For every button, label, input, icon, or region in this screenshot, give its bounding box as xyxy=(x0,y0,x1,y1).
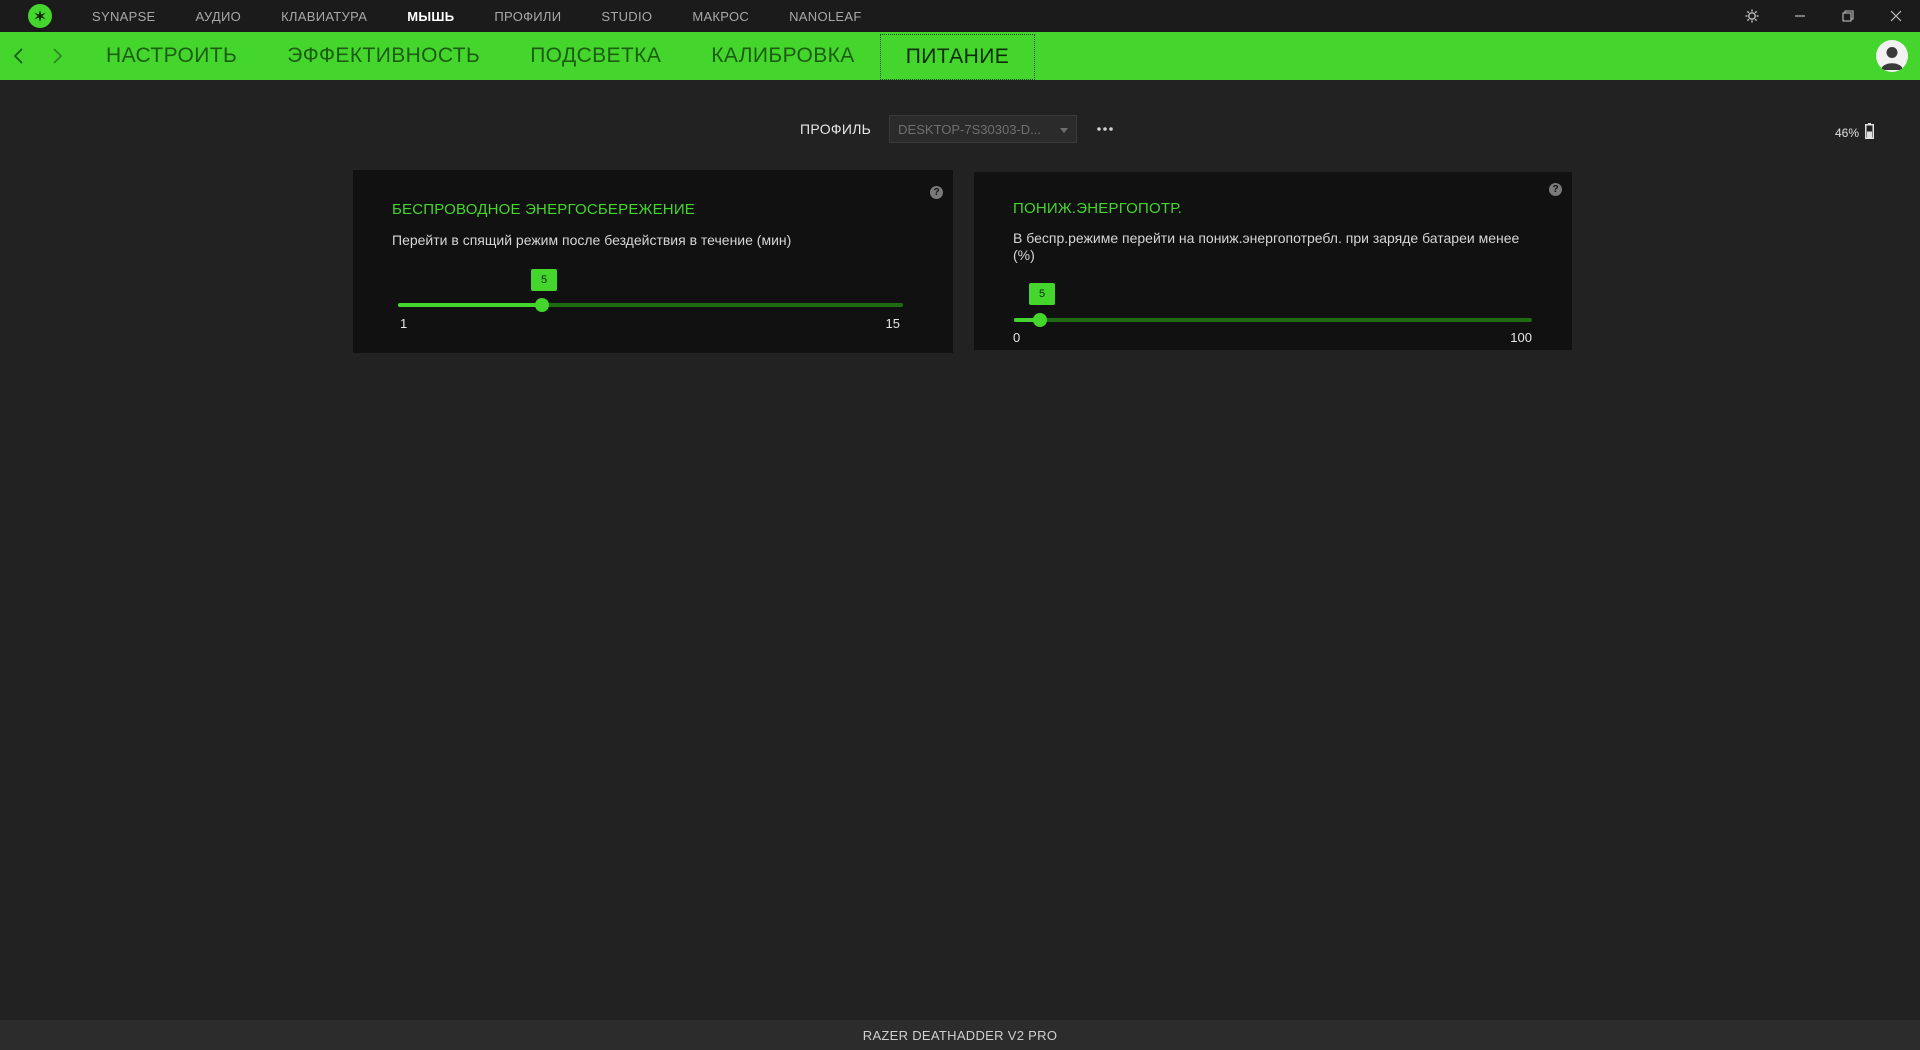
battery-indicator: 46% xyxy=(1835,123,1874,142)
slider-thumb[interactable] xyxy=(535,298,549,312)
window-controls xyxy=(1728,0,1920,32)
restore-icon[interactable] xyxy=(1824,0,1872,32)
top-nav-nanoleaf[interactable]: NANOLEAF xyxy=(789,9,861,24)
profile-dropdown-value: DESKTOP-7S30303-D... xyxy=(898,121,1041,137)
slider-thumb[interactable] xyxy=(1033,313,1047,327)
chevron-right-icon[interactable] xyxy=(38,32,76,80)
profile-label: ПРОФИЛЬ xyxy=(800,121,872,137)
tab-customize[interactable]: НАСТРОИТЬ xyxy=(86,32,262,80)
top-nav-profiles[interactable]: ПРОФИЛИ xyxy=(494,9,561,24)
more-options-icon[interactable] xyxy=(1093,117,1117,141)
panel-title: ПОНИЖ.ЭНЕРГОПОТР. xyxy=(1013,200,1183,217)
slider-max-label: 100 xyxy=(1510,330,1532,345)
top-nav-synapse[interactable]: SYNAPSE xyxy=(92,9,156,24)
sleep-timeout-slider[interactable] xyxy=(398,295,903,315)
tab-calibration[interactable]: КАЛИБРОВКА xyxy=(686,32,879,80)
panel-title: БЕСПРОВОДНОЕ ЭНЕРГОСБЕРЕЖЕНИЕ xyxy=(392,201,696,218)
user-avatar-icon[interactable] xyxy=(1876,40,1908,72)
top-nav-audio[interactable]: АУДИО xyxy=(196,9,242,24)
low-power-mode-panel: ? ПОНИЖ.ЭНЕРГОПОТР. В беспр.режиме перей… xyxy=(974,172,1572,350)
device-status-bar: RAZER DEATHADDER V2 PRO xyxy=(0,1020,1920,1050)
top-nav-mouse[interactable]: МЫШЬ xyxy=(407,9,454,24)
slider-fill xyxy=(398,303,542,307)
top-nav-keyboard[interactable]: КЛАВИАТУРА xyxy=(281,9,367,24)
close-icon[interactable] xyxy=(1872,0,1920,32)
top-nav-macros[interactable]: МАКРОС xyxy=(692,9,749,24)
wireless-power-saving-panel: ? БЕСПРОВОДНОЕ ЭНЕРГОСБЕРЕЖЕНИЕ Перейти … xyxy=(353,170,953,353)
section-tabs-bar: НАСТРОИТЬ ЭФФЕКТИВНОСТЬ ПОДСВЕТКА КАЛИБР… xyxy=(0,32,1920,80)
battery-percent: 46% xyxy=(1834,125,1859,140)
slider-min-label: 1 xyxy=(400,316,408,331)
device-name: RAZER DEATHADDER V2 PRO xyxy=(862,1027,1058,1043)
help-icon[interactable]: ? xyxy=(930,186,943,199)
slider-track xyxy=(1014,318,1532,322)
slider-value-bubble: 5 xyxy=(531,269,557,291)
panel-description: В беспр.режиме перейти на пониж.энергопо… xyxy=(1013,230,1520,263)
razer-logo-icon[interactable] xyxy=(28,4,52,28)
slider-max-label: 15 xyxy=(885,316,900,331)
minimize-icon[interactable] xyxy=(1776,0,1824,32)
tab-performance[interactable]: ЭФФЕКТИВНОСТЬ xyxy=(262,32,505,80)
section-tabs: НАСТРОИТЬ ЭФФЕКТИВНОСТЬ ПОДСВЕТКА КАЛИБР… xyxy=(86,32,1036,80)
help-icon[interactable]: ? xyxy=(1549,183,1562,196)
tab-lighting[interactable]: ПОДСВЕТКА xyxy=(505,32,686,80)
top-navigation: SYNAPSE АУДИО КЛАВИАТУРА МЫШЬ ПРОФИЛИ ST… xyxy=(92,0,902,32)
title-bar: SYNAPSE АУДИО КЛАВИАТУРА МЫШЬ ПРОФИЛИ ST… xyxy=(0,0,1920,33)
battery-level-fill xyxy=(1867,131,1872,138)
slider-value-bubble: 5 xyxy=(1029,283,1055,305)
battery-icon xyxy=(1865,123,1874,142)
tab-power[interactable]: ПИТАНИЕ xyxy=(879,33,1036,80)
top-nav-studio[interactable]: STUDIO xyxy=(601,9,652,24)
low-power-threshold-slider[interactable] xyxy=(1014,310,1532,330)
slider-min-label: 0 xyxy=(1013,330,1021,345)
profile-selector-row: ПРОФИЛЬ DESKTOP-7S30303-D... xyxy=(800,114,1117,144)
gear-icon[interactable] xyxy=(1728,0,1776,32)
caret-down-icon xyxy=(1060,122,1069,137)
profile-dropdown[interactable]: DESKTOP-7S30303-D... xyxy=(889,115,1078,143)
panel-description: Перейти в спящий режим после бездействия… xyxy=(392,232,792,248)
chevron-left-icon[interactable] xyxy=(0,32,38,80)
